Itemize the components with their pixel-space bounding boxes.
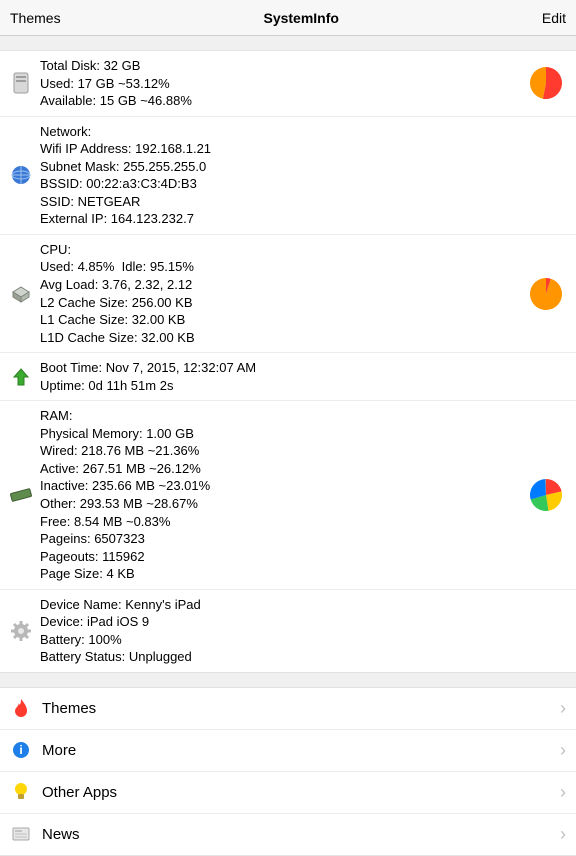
chip-icon — [6, 284, 36, 304]
disk-icon — [6, 72, 36, 94]
ram-chart — [526, 479, 566, 511]
disk-text: Total Disk: 32 GBUsed: 17 GB ~53.12%Avai… — [36, 57, 526, 110]
svg-text:i: i — [19, 743, 22, 757]
menu-more[interactable]: i More › — [0, 730, 576, 772]
uptime-arrow-icon — [6, 367, 36, 387]
cpu-text: CPU:Used: 4.85% Idle: 95.15%Avg Load: 3.… — [36, 241, 526, 346]
ram-icon — [6, 488, 36, 502]
ram-row[interactable]: RAM:Physical Memory: 1.00 GBWired: 218.7… — [0, 401, 576, 589]
bulb-icon — [8, 782, 34, 802]
menu-label: News — [34, 826, 554, 843]
disk-row[interactable]: Total Disk: 32 GBUsed: 17 GB ~53.12%Avai… — [0, 51, 576, 117]
menu-label: More — [34, 742, 554, 759]
info-icon: i — [8, 741, 34, 759]
nav-title: SystemInfo — [263, 10, 338, 26]
uptime-row[interactable]: Boot Time: Nov 7, 2015, 12:32:07 AMUptim… — [0, 353, 576, 401]
chevron-right-icon: › — [554, 740, 566, 761]
navbar: Themes SystemInfo Edit — [0, 0, 576, 36]
chevron-right-icon: › — [554, 824, 566, 845]
device-row[interactable]: Device Name: Kenny's iPadDevice: iPad iO… — [0, 590, 576, 672]
chevron-right-icon: › — [554, 782, 566, 803]
globe-icon — [6, 165, 36, 185]
menu-label: Other Apps — [34, 784, 554, 801]
menu-other-apps[interactable]: Other Apps › — [0, 772, 576, 814]
gear-icon — [6, 621, 36, 641]
news-icon — [8, 827, 34, 841]
network-text: Network:Wifi IP Address: 192.168.1.21Sub… — [36, 123, 526, 228]
menu-label: Themes — [34, 700, 554, 717]
nav-edit[interactable]: Edit — [542, 10, 566, 26]
device-text: Device Name: Kenny's iPadDevice: iPad iO… — [36, 596, 526, 666]
ram-text: RAM:Physical Memory: 1.00 GBWired: 218.7… — [36, 407, 526, 582]
section-gap — [0, 36, 576, 50]
disk-chart — [526, 67, 566, 99]
flame-icon — [8, 698, 34, 718]
cpu-chart — [526, 278, 566, 310]
uptime-text: Boot Time: Nov 7, 2015, 12:32:07 AMUptim… — [36, 359, 526, 394]
info-group: Total Disk: 32 GBUsed: 17 GB ~53.12%Avai… — [0, 50, 576, 673]
nav-back[interactable]: Themes — [10, 10, 61, 26]
section-gap — [0, 673, 576, 687]
menu-themes[interactable]: Themes › — [0, 688, 576, 730]
chevron-right-icon: › — [554, 698, 566, 719]
menu-group: Themes › i More › Other Apps › News › — [0, 687, 576, 856]
network-row[interactable]: Network:Wifi IP Address: 192.168.1.21Sub… — [0, 117, 576, 235]
cpu-row[interactable]: CPU:Used: 4.85% Idle: 95.15%Avg Load: 3.… — [0, 235, 576, 353]
menu-news[interactable]: News › — [0, 814, 576, 855]
